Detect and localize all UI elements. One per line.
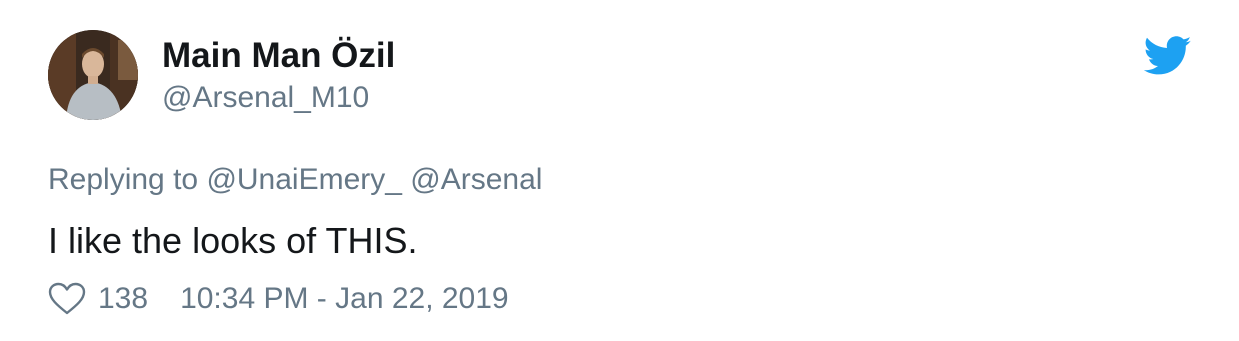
tweet-timestamp[interactable]: 10:34 PM - Jan 22, 2019 bbox=[180, 282, 509, 316]
replying-to: Replying to @UnaiEmery_ @Arsenal bbox=[48, 162, 542, 198]
reply-mention-arsenal[interactable]: @Arsenal bbox=[410, 163, 542, 196]
heart-icon[interactable] bbox=[48, 282, 86, 316]
replying-prefix: Replying to bbox=[48, 163, 199, 196]
twitter-bird-icon[interactable] bbox=[1143, 36, 1192, 76]
reply-mention-unaiemery[interactable]: @UnaiEmery_ bbox=[206, 163, 402, 196]
tweet-footer: 138 10:34 PM - Jan 22, 2019 bbox=[48, 279, 509, 319]
avatar-image bbox=[48, 30, 138, 120]
like-count: 138 bbox=[98, 282, 149, 315]
tweet-card: Main Man Özil @Arsenal_M10 Replying to @… bbox=[0, 0, 1239, 341]
author-display-name[interactable]: Main Man Özil bbox=[162, 36, 395, 76]
tweet-text: I like the looks of THIS. bbox=[48, 220, 418, 261]
avatar[interactable] bbox=[48, 30, 138, 120]
author-handle[interactable]: @Arsenal_M10 bbox=[162, 80, 369, 116]
